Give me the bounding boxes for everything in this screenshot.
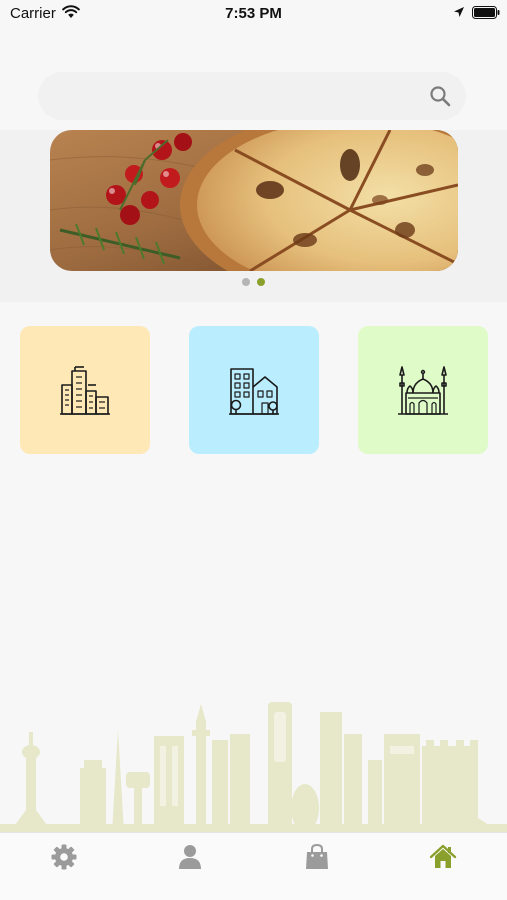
status-bar: Carrier 7:53 PM: [0, 0, 507, 30]
page-dot-1[interactable]: [242, 278, 250, 286]
search-input[interactable]: [54, 80, 418, 114]
search-bar[interactable]: [38, 72, 466, 120]
category-tile-hotel[interactable]: [189, 326, 319, 454]
search-icon[interactable]: [428, 84, 452, 108]
bottom-tab-bar: [0, 832, 507, 900]
battery-icon: [472, 6, 500, 19]
hotel-buildings-icon: [229, 368, 279, 415]
tab-home[interactable]: [429, 843, 457, 871]
home-icon: [429, 844, 457, 868]
tab-profile[interactable]: [176, 843, 204, 871]
city-buildings-icon: [60, 366, 110, 415]
settings-gear-icon: [51, 844, 77, 870]
mosque-icon: [398, 366, 448, 415]
page-dot-2-active[interactable]: [257, 278, 265, 286]
pizza-banner-image: [50, 130, 458, 271]
category-tile-landmarks[interactable]: [358, 326, 488, 454]
category-tile-city[interactable]: [20, 326, 150, 454]
city-skyline-decoration: [0, 702, 507, 832]
tab-shop[interactable]: [303, 843, 331, 871]
status-time: 7:53 PM: [225, 5, 282, 22]
location-arrow-icon: [454, 7, 464, 17]
tab-settings[interactable]: [50, 843, 78, 871]
profile-person-icon: [179, 845, 201, 869]
promo-banner[interactable]: [50, 130, 458, 271]
banner-page-indicator: [240, 278, 270, 286]
shopping-bag-icon: [306, 843, 328, 869]
